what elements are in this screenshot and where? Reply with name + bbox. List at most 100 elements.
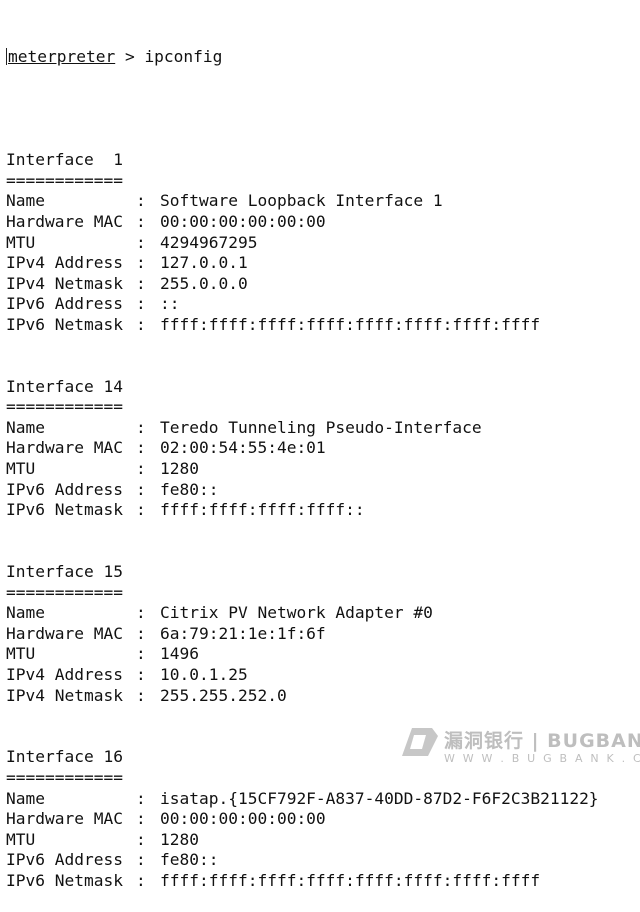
field-row: MTU:4294967295 <box>6 233 640 254</box>
interface-rule: ============ <box>6 397 123 417</box>
field-row: Hardware MAC:6a:79:21:1e:1f:6f <box>6 624 640 645</box>
field-key: IPv6 Address <box>6 479 123 499</box>
field-value: 255.0.0.0 <box>160 273 248 293</box>
field-value: 6a:79:21:1e:1f:6f <box>160 623 326 643</box>
field-row: IPv6 Netmask: ffff:ffff:ffff:ffff:: <box>6 500 640 521</box>
field-row: IPv4 Address:10.0.1.25 <box>6 665 640 686</box>
field-value: 1280 <box>160 829 199 849</box>
field-value: isatap.{15CF792F-A837-40DD-87D2-F6F2C3B2… <box>160 788 599 808</box>
field-key: Hardware MAC <box>6 211 123 231</box>
field-key: Hardware MAC <box>6 623 123 643</box>
field-value: 255.255.252.0 <box>160 685 287 705</box>
field-value: ffff:ffff:ffff:ffff:: <box>160 500 365 520</box>
watermark-subtitle: W W W . B U G B A N K . C N <box>444 752 640 765</box>
field-separator: : <box>136 809 146 829</box>
field-separator: : <box>136 623 146 643</box>
command-text: > ipconfig <box>115 47 223 67</box>
field-value: 00:00:00:00:00:00 <box>160 809 326 829</box>
interface-block: Interface 14 ============ Name: Teredo Tunn… <box>6 377 640 521</box>
field-row: Name: Teredo Tunneling Pseudo-Interface <box>6 418 640 439</box>
interface-block: Interface 15 ============ Name: Citrix PV N… <box>6 562 640 706</box>
field-row: Name: Citrix PV Network Adapter #0 <box>6 603 640 624</box>
field-key: Name <box>6 417 45 437</box>
text-cursor <box>6 48 7 66</box>
field-separator: : <box>136 870 146 890</box>
field-value: 02:00:54:55:4e:01 <box>160 438 326 458</box>
field-separator: : <box>136 314 146 334</box>
field-row: Hardware MAC:02:00:54:55:4e:01 <box>6 438 640 459</box>
field-key: IPv6 Netmask <box>6 314 123 334</box>
field-separator: : <box>136 211 146 231</box>
field-value: ffff:ffff:ffff:ffff:ffff:ffff:ffff:ffff <box>160 870 541 890</box>
field-value: 00:00:00:00:00:00 <box>160 211 326 231</box>
interface-rule: ============ <box>6 170 123 190</box>
interface-header: Interface 15 <box>6 562 123 582</box>
field-row: IPv4 Netmask:255.0.0.0 <box>6 274 640 295</box>
field-row: IPv6 Address: fe80:: <box>6 480 640 501</box>
interface-header: Interface 1 <box>6 150 123 170</box>
field-value: fe80:: <box>160 479 219 499</box>
field-separator: : <box>136 294 146 314</box>
field-separator: : <box>136 500 146 520</box>
field-row: IPv6 Netmask: ffff:ffff:ffff:ffff:ffff:ff… <box>6 871 640 892</box>
field-key: IPv4 Netmask <box>6 685 123 705</box>
field-value: ffff:ffff:ffff:ffff:ffff:ffff:ffff:ffff <box>160 314 541 334</box>
field-key: MTU <box>6 644 36 664</box>
field-separator: : <box>136 232 146 252</box>
field-separator: : <box>136 191 146 211</box>
field-key: IPv6 Netmask <box>6 870 123 890</box>
prompt-name: meterpreter <box>8 47 116 67</box>
interface-list: Interface 1 ============ Name: Software Loo… <box>6 150 640 891</box>
field-key: IPv6 Address <box>6 294 123 314</box>
field-value: Citrix PV Network Adapter #0 <box>160 603 433 623</box>
field-separator: : <box>136 459 146 479</box>
field-separator: : <box>136 479 146 499</box>
field-value: :: <box>160 294 180 314</box>
field-separator: : <box>136 603 146 623</box>
field-key: MTU <box>6 232 36 252</box>
bugbank-watermark: 漏洞银行 | BUGBANK W W W . B U G B A N K . C… <box>398 722 640 772</box>
field-value: 4294967295 <box>160 232 258 252</box>
field-row: IPv6 Address::: <box>6 294 640 315</box>
field-row: IPv4 Address:127.0.0.1 <box>6 253 640 274</box>
field-value: 10.0.1.25 <box>160 665 248 684</box>
field-key: Name <box>6 191 45 211</box>
watermark-title: 漏洞银行 | BUGBANK <box>444 730 640 752</box>
field-row: IPv6 Address: fe80:: <box>6 850 640 871</box>
field-row: MTU:1280 <box>6 459 640 480</box>
field-value: Teredo Tunneling Pseudo-Interface <box>160 417 482 437</box>
field-key: Hardware MAC <box>6 438 123 458</box>
field-separator: : <box>136 644 146 664</box>
field-key: Hardware MAC <box>6 809 123 829</box>
terminal-output[interactable]: meterpreter > ipconfig Interface 1 ======… <box>0 0 640 890</box>
field-value: Software Loopback Interface 1 <box>160 191 443 211</box>
field-separator: : <box>136 417 146 437</box>
field-key: IPv6 Address <box>6 850 123 870</box>
field-key: IPv4 Netmask <box>6 273 123 293</box>
field-key: MTU <box>6 829 36 849</box>
field-key: IPv6 Netmask <box>6 500 123 520</box>
field-value: 1496 <box>160 644 199 664</box>
field-value: fe80:: <box>160 850 219 870</box>
field-value: 127.0.0.1 <box>160 253 248 273</box>
bugbank-logo-icon <box>402 728 438 756</box>
field-separator: : <box>136 273 146 293</box>
field-separator: : <box>136 665 146 684</box>
interface-rule: ============ <box>6 582 123 602</box>
field-separator: : <box>136 438 146 458</box>
field-row: IPv6 Netmask: ffff:ffff:ffff:ffff:ffff:ff… <box>6 315 640 336</box>
field-row: MTU:1496 <box>6 644 640 665</box>
field-row: Hardware MAC:00:00:00:00:00:00 <box>6 212 640 233</box>
field-separator: : <box>136 850 146 870</box>
field-row: Hardware MAC:00:00:00:00:00:00 <box>6 809 640 830</box>
field-row: IPv4 Netmask:255.255.252.0 <box>6 686 640 707</box>
field-separator: : <box>136 253 146 273</box>
command-prompt-line: meterpreter > ipconfig <box>6 47 640 68</box>
field-separator: : <box>136 685 146 705</box>
field-value: 1280 <box>160 459 199 479</box>
field-separator: : <box>136 829 146 849</box>
field-key: MTU <box>6 459 36 479</box>
field-key: IPv4 Address <box>6 665 123 684</box>
interface-header: Interface 14 <box>6 376 123 396</box>
field-row: MTU:1280 <box>6 830 640 851</box>
